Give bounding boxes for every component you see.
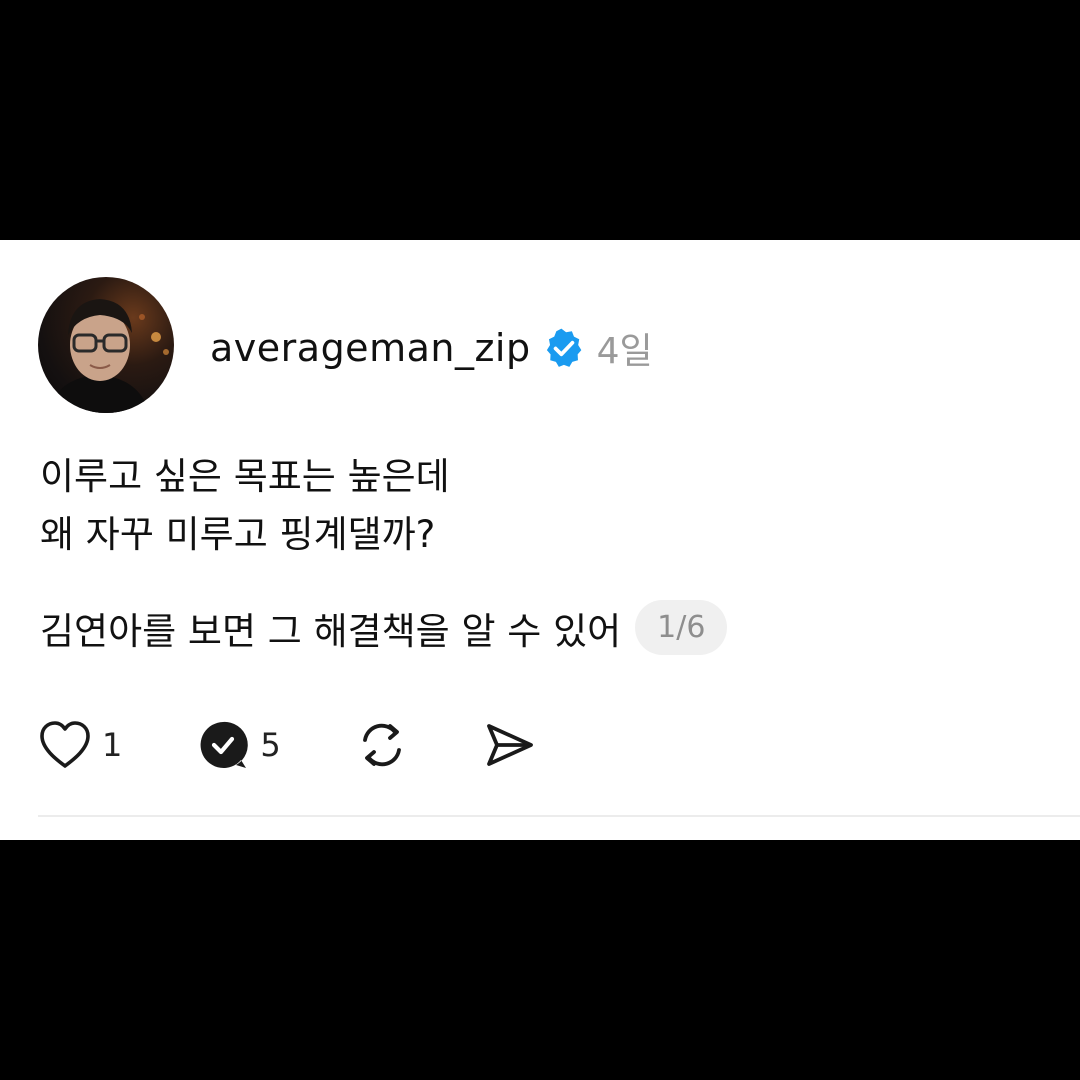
reply-count: 5 (260, 726, 281, 764)
share-button[interactable] (483, 718, 537, 772)
repost-icon (355, 718, 409, 772)
username[interactable]: averageman_zip (210, 326, 531, 370)
avatar-photo (48, 299, 169, 413)
heart-icon (38, 720, 92, 770)
action-bar: 1 5 (38, 718, 611, 772)
reply-button[interactable]: 5 (196, 718, 281, 772)
screen-frame: averageman_zip 4일 이루고 싶은 목표는 높은데 왜 자꾸 미루… (0, 0, 1080, 1080)
post-card: averageman_zip 4일 이루고 싶은 목표는 높은데 왜 자꾸 미루… (0, 240, 1080, 840)
divider (38, 815, 1080, 817)
post-header: averageman_zip 4일 (210, 320, 653, 376)
repost-button[interactable] (355, 718, 409, 772)
send-icon (483, 718, 537, 772)
avatar[interactable] (38, 277, 174, 413)
post-time: 4일 (596, 331, 653, 372)
post-text-row: 김연아를 보면 그 해결책을 알 수 있어 1/6 (40, 600, 728, 655)
reply-bubble-icon (196, 718, 250, 772)
post-text-line: 왜 자꾸 미루고 핑계댈까? (40, 513, 436, 556)
post-body: 이루고 싶은 목표는 높은데 왜 자꾸 미루고 핑계댈까? (40, 448, 450, 564)
like-button[interactable]: 1 (38, 720, 122, 770)
page-indicator[interactable]: 1/6 (635, 600, 728, 655)
post-text-line: 이루고 싶은 목표는 높은데 (40, 455, 450, 498)
like-count: 1 (102, 726, 123, 764)
verified-badge-icon (543, 327, 585, 369)
post-text-line: 김연아를 보면 그 해결책을 알 수 있어 (40, 609, 622, 653)
